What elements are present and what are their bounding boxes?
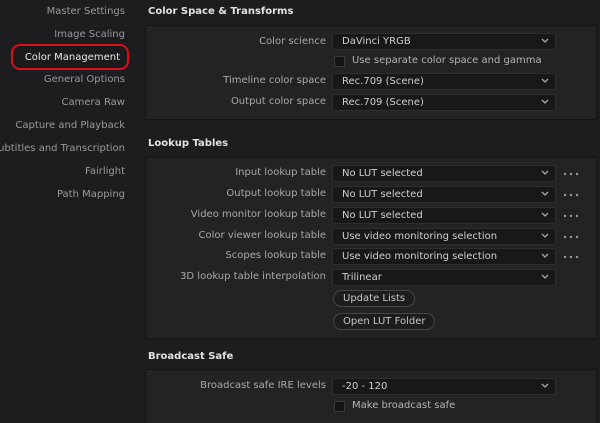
broadcast-ire-dropdown[interactable]: -20 - 120	[332, 378, 556, 395]
output-lut-more-options-icon[interactable]	[563, 191, 579, 199]
scopes-lut-label: Scopes lookup table	[225, 250, 326, 261]
settings-sidebar: Master Settings Image Scaling Color Mana…	[0, 0, 133, 423]
sidebar-item-fairlight[interactable]: Fairlight	[85, 163, 125, 181]
sidebar-item-camera-raw[interactable]: Camera Raw	[62, 94, 125, 112]
separate-color-space-checkbox[interactable]	[334, 56, 345, 67]
chevron-down-icon	[541, 383, 549, 388]
sidebar-item-general-options[interactable]: General Options	[44, 71, 125, 89]
video-monitor-lut-more-options-icon[interactable]	[563, 212, 579, 220]
chevron-down-icon	[541, 38, 549, 43]
video-monitor-lut-dropdown[interactable]: No LUT selected	[332, 207, 556, 224]
broadcast-ire-label: Broadcast safe IRE levels	[200, 380, 326, 391]
scopes-lut-more-options-icon[interactable]	[563, 253, 579, 261]
lut-interpolation-dropdown[interactable]: Trilinear	[332, 269, 556, 286]
chevron-down-icon	[541, 253, 549, 258]
color-science-label: Color science	[259, 36, 326, 47]
color-viewer-lut-value: Use video monitoring selection	[342, 231, 498, 242]
chevron-down-icon	[541, 274, 549, 279]
input-lut-dropdown[interactable]: No LUT selected	[332, 165, 556, 182]
output-color-space-label: Output color space	[230, 96, 326, 107]
sidebar-item-color-management[interactable]: Color Management	[10, 44, 129, 70]
sidebar-item-capture-and-playback[interactable]: Capture and Playback	[15, 117, 125, 135]
section-title-color-space: Color Space & Transforms	[148, 6, 294, 17]
scopes-lut-value: Use video monitoring selection	[342, 251, 498, 262]
separate-color-space-label: Use separate color space and gamma	[352, 55, 542, 66]
chevron-down-icon	[541, 212, 549, 217]
sidebar-item-subtitles-and-transcription[interactable]: Subtitles and Transcription	[0, 140, 125, 158]
color-viewer-lut-dropdown[interactable]: Use video monitoring selection	[332, 228, 556, 245]
chevron-down-icon	[541, 233, 549, 238]
video-monitor-lut-label: Video monitor lookup table	[190, 209, 326, 220]
open-lut-folder-button[interactable]: Open LUT Folder	[333, 313, 436, 330]
section-title-broadcast-safe: Broadcast Safe	[148, 351, 234, 362]
chevron-down-icon	[541, 99, 549, 104]
color-science-dropdown[interactable]: DaVinci YRGB	[332, 33, 556, 50]
timeline-color-space-label: Timeline color space	[223, 75, 326, 86]
input-lut-value: No LUT selected	[342, 168, 423, 179]
make-broadcast-safe-checkbox[interactable]	[334, 401, 345, 412]
section-title-lookup-tables: Lookup Tables	[148, 138, 229, 149]
timeline-color-space-dropdown[interactable]: Rec.709 (Scene)	[332, 73, 556, 90]
input-lut-more-options-icon[interactable]	[563, 170, 579, 178]
input-lut-label: Input lookup table	[235, 167, 326, 178]
output-lut-value: No LUT selected	[342, 189, 423, 200]
chevron-down-icon	[541, 191, 549, 196]
chevron-down-icon	[541, 170, 549, 175]
video-monitor-lut-value: No LUT selected	[342, 210, 423, 221]
output-lut-label: Output lookup table	[226, 188, 326, 199]
update-lists-button[interactable]: Update Lists	[333, 290, 416, 307]
color-science-value: DaVinci YRGB	[342, 36, 411, 47]
chevron-down-icon	[541, 78, 549, 83]
make-broadcast-safe-label: Make broadcast safe	[352, 400, 456, 411]
output-color-space-value: Rec.709 (Scene)	[342, 97, 424, 108]
sidebar-item-path-mapping[interactable]: Path Mapping	[57, 186, 125, 204]
output-lut-dropdown[interactable]: No LUT selected	[332, 186, 556, 203]
broadcast-ire-value: -20 - 120	[342, 381, 388, 392]
timeline-color-space-value: Rec.709 (Scene)	[342, 76, 424, 87]
lut-interpolation-label: 3D lookup table interpolation	[180, 271, 326, 282]
color-viewer-lut-label: Color viewer lookup table	[198, 230, 326, 241]
color-viewer-lut-more-options-icon[interactable]	[563, 233, 579, 241]
sidebar-item-image-scaling[interactable]: Image Scaling	[54, 26, 125, 44]
output-color-space-dropdown[interactable]: Rec.709 (Scene)	[332, 94, 556, 111]
scopes-lut-dropdown[interactable]: Use video monitoring selection	[332, 248, 556, 265]
sidebar-item-master-settings[interactable]: Master Settings	[47, 3, 125, 21]
lut-interpolation-value: Trilinear	[342, 272, 382, 283]
